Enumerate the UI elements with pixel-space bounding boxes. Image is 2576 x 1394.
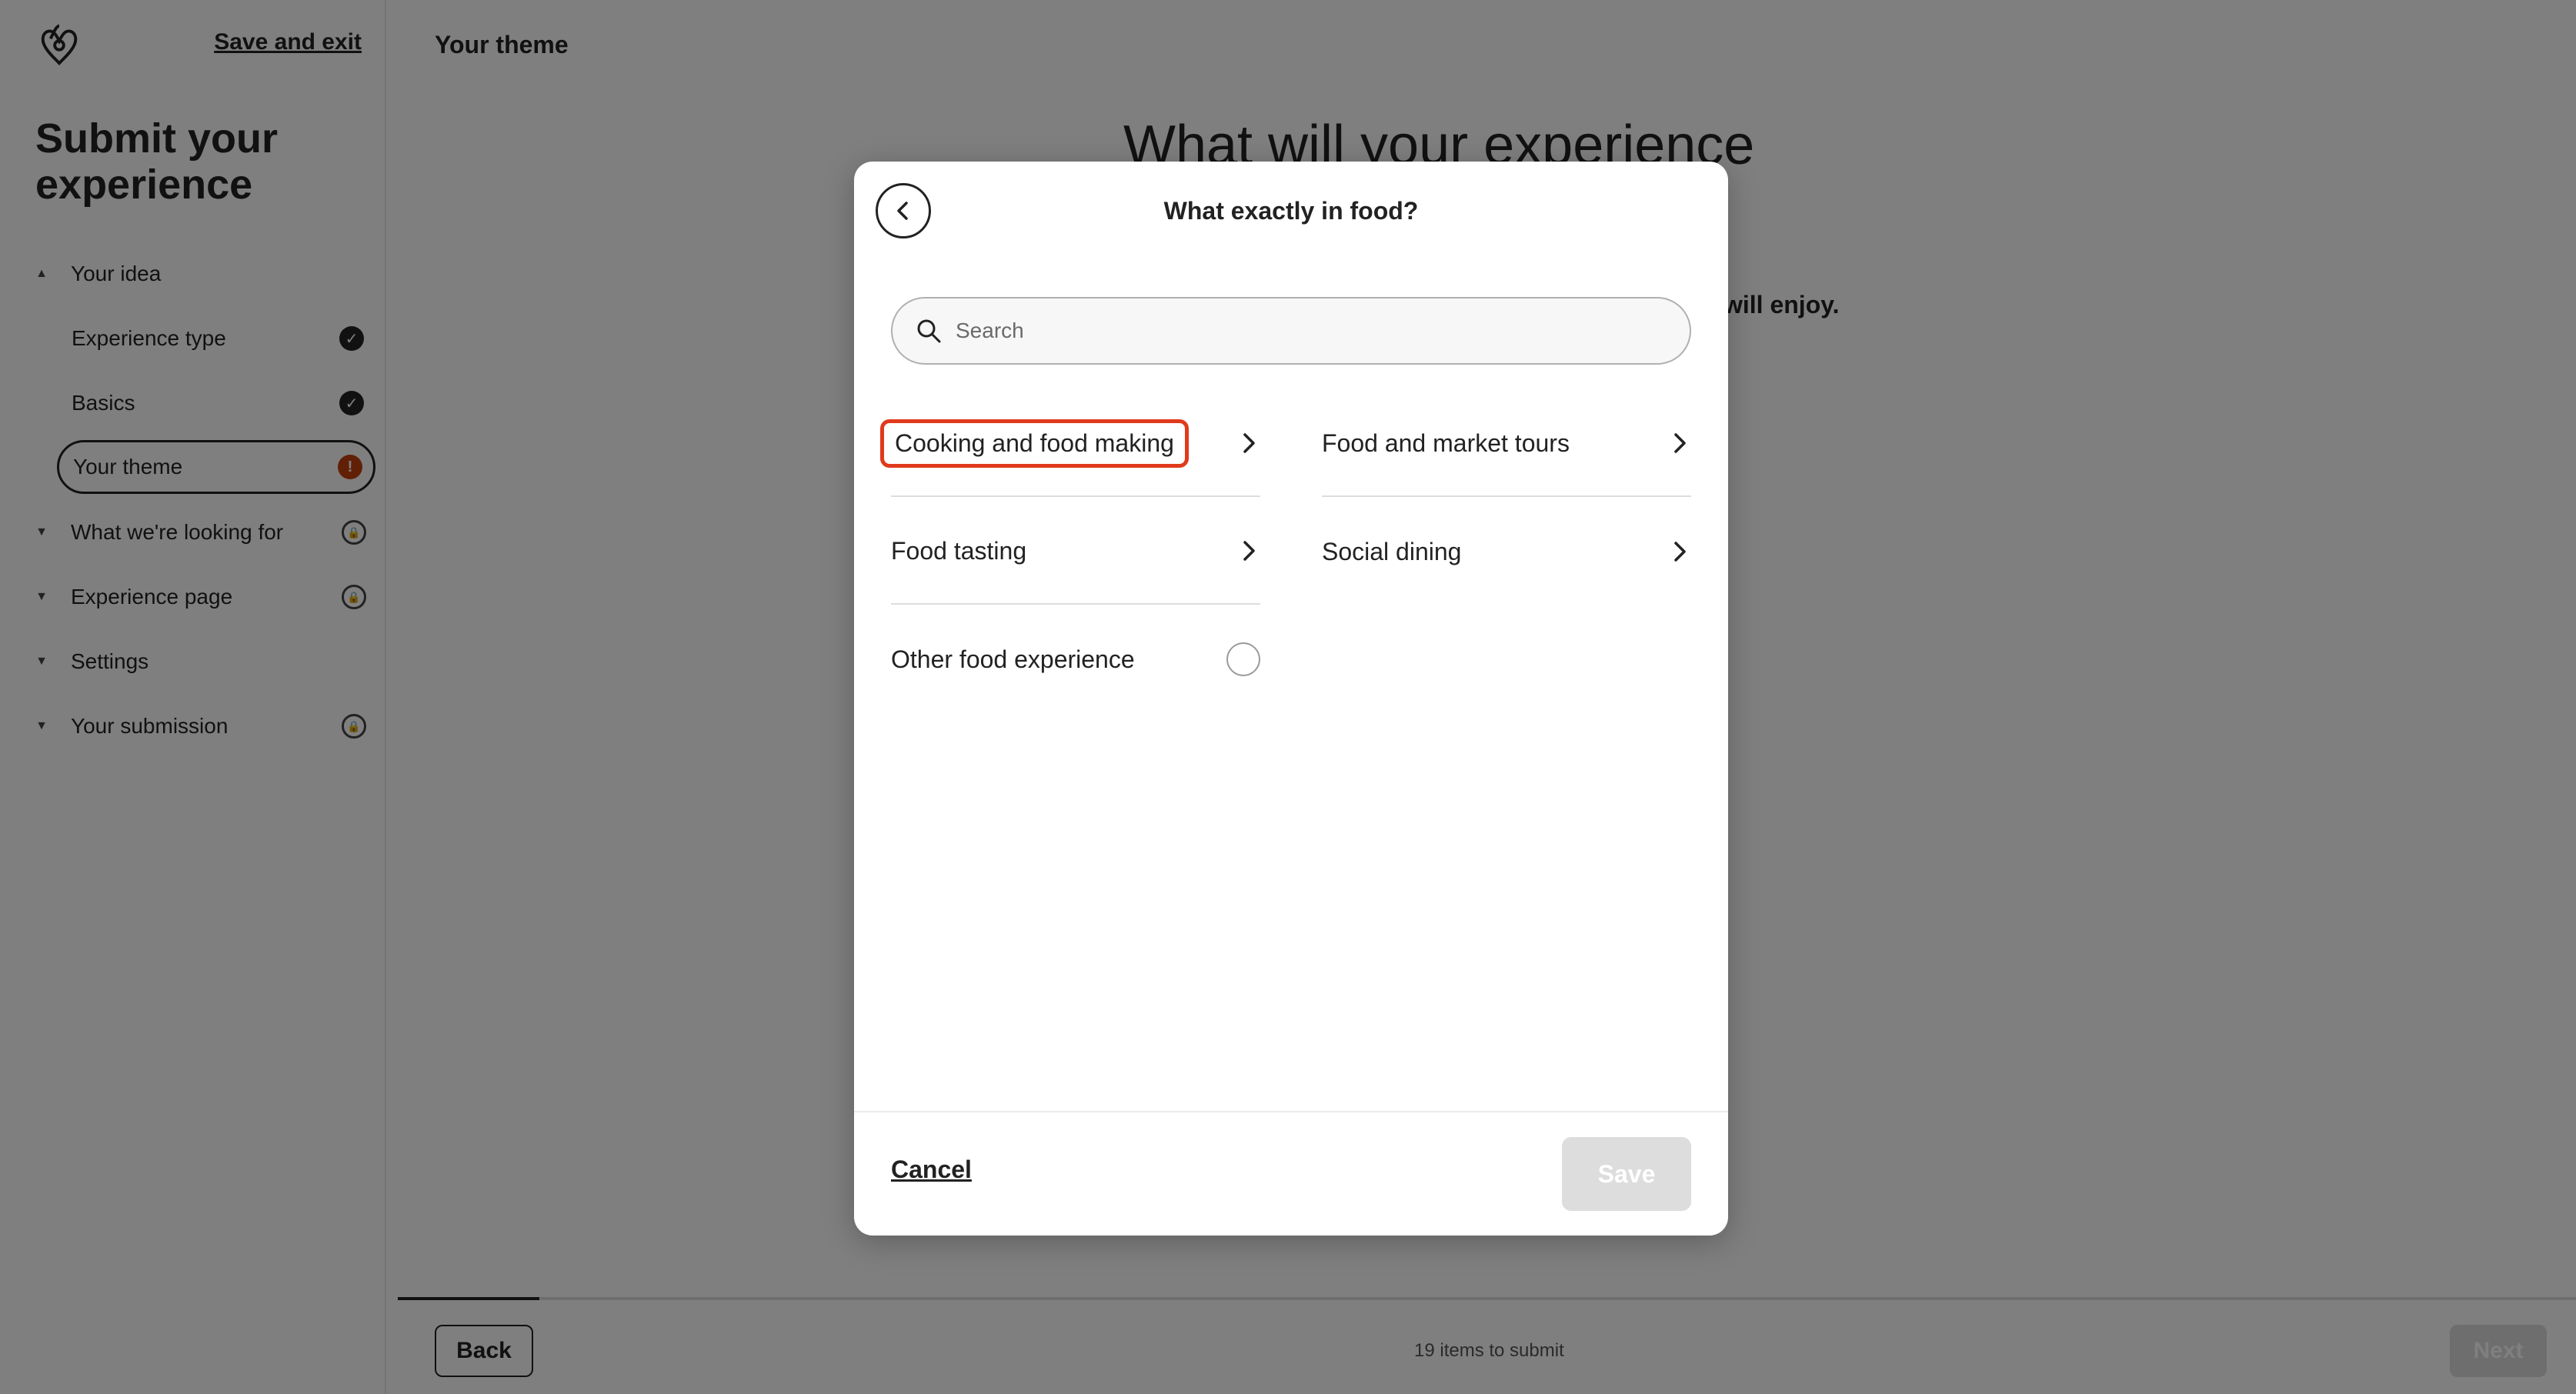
option-other-food-experience[interactable]: Other food experience: [891, 606, 1260, 712]
modal-footer: Cancel Save: [854, 1111, 1728, 1237]
option-food-and-market-tours[interactable]: Food and market tours: [1322, 391, 1691, 497]
option-label: Cooking and food making: [880, 419, 1189, 468]
save-button[interactable]: Save: [1562, 1137, 1691, 1211]
chevron-right-icon: [1243, 541, 1255, 561]
search-input[interactable]: [954, 318, 1650, 344]
search-icon: [917, 319, 941, 343]
radio-button[interactable]: [1226, 642, 1260, 676]
chevron-right-icon: [1674, 542, 1686, 562]
cancel-button[interactable]: Cancel: [891, 1156, 972, 1184]
chevron-right-icon: [1243, 433, 1255, 453]
option-label: Food tasting: [891, 536, 1027, 565]
food-subcategory-dialog: What exactly in food? Cooking and food m…: [854, 162, 1728, 1236]
modal-title: What exactly in food?: [1163, 197, 1419, 225]
option-food-tasting[interactable]: Food tasting: [891, 499, 1260, 605]
option-label: Food and market tours: [1322, 429, 1570, 457]
option-label: Social dining: [1322, 537, 1462, 565]
search-field[interactable]: [891, 297, 1691, 365]
option-cooking-and-food-making[interactable]: Cooking and food making: [880, 391, 1260, 497]
option-social-dining[interactable]: Social dining: [1322, 499, 1691, 605]
chevron-right-icon: [1674, 433, 1686, 453]
option-label: Other food experience: [891, 645, 1135, 673]
